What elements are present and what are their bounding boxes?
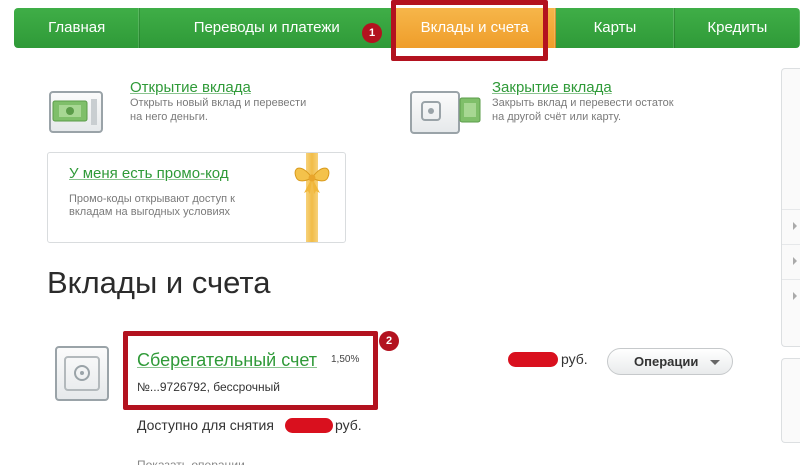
promo-code-card[interactable]: У меня есть промо-код Промо-коды открыва… (47, 152, 346, 243)
nav-item-home[interactable]: Главная (14, 8, 141, 48)
balance-redacted (508, 352, 558, 367)
open-deposit-block: Открытие вклада Открыть новый вклад и пе… (130, 79, 306, 124)
right-sidebar (781, 68, 800, 347)
nav-item-transfers[interactable]: Переводы и платежи (140, 8, 395, 48)
chevron-right-icon (793, 257, 797, 265)
right-sidebar-lower (781, 358, 800, 443)
chevron-right-icon (793, 222, 797, 230)
available-label: Доступно для снятия (137, 417, 274, 433)
annotation-badge-2: 2 (379, 331, 399, 351)
close-deposit-icon (410, 91, 481, 134)
annotation-badge-1: 1 (362, 23, 382, 43)
close-deposit-link[interactable]: Закрытие вклада (492, 79, 674, 96)
nav-item-cards[interactable]: Карты (556, 8, 675, 48)
highlight-box-account (123, 331, 378, 410)
sidebar-row[interactable] (782, 209, 800, 244)
open-deposit-desc-line2: на него деньги. (130, 111, 208, 123)
promo-code-desc-line2: вкладам на выгодных условиях (69, 206, 231, 218)
close-deposit-desc-line2: на другой счёт или карту. (492, 111, 621, 123)
close-deposit-desc-line1: Закрыть вклад и перевести остаток (492, 97, 674, 109)
sidebar-row[interactable] (782, 244, 800, 279)
available-currency: руб. (335, 417, 362, 433)
open-deposit-link[interactable]: Открытие вклада (130, 79, 306, 96)
promo-code-desc-line1: Промо-коды открывают доступ к (69, 193, 235, 205)
gift-bow-icon (294, 167, 330, 194)
open-deposit-icon (49, 91, 103, 133)
page-title: Вклады и счета (47, 265, 271, 300)
close-deposit-block: Закрытие вклада Закрыть вклад и перевест… (492, 79, 674, 124)
nav-item-credits[interactable]: Кредиты (675, 8, 800, 48)
highlight-box-nav (391, 0, 548, 61)
sidebar-row[interactable] (782, 69, 800, 209)
open-deposit-desc-line1: Открыть новый вклад и перевести (130, 97, 307, 109)
chevron-right-icon (793, 292, 797, 300)
sidebar-row[interactable] (782, 279, 800, 314)
operations-dropdown-button[interactable]: Операции (607, 348, 733, 375)
chevron-down-icon (710, 360, 720, 365)
safe-icon (55, 346, 109, 401)
available-redacted (285, 418, 333, 433)
promo-code-title[interactable]: У меня есть промо-код (69, 165, 229, 182)
show-operations-link[interactable]: Показать операции (137, 458, 245, 465)
balance-currency: руб. (561, 351, 588, 367)
operations-label: Операции (634, 354, 699, 369)
